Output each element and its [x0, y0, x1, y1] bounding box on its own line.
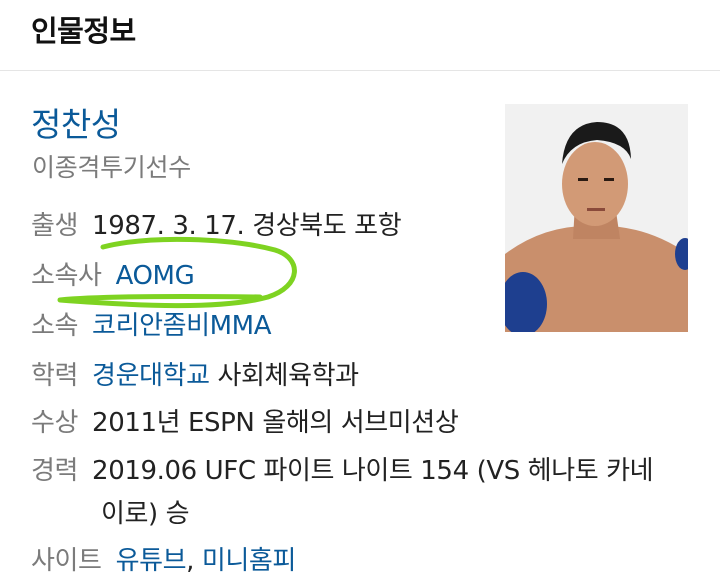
award-value: 2011년 ESPN 올해의 서브미션상 [92, 408, 459, 438]
info-row-birth: 출생 1987. 3. 17. 경상북도 포항 [31, 205, 402, 245]
career-label: 경력 [31, 456, 79, 486]
info-row-career: 경력 2019.06 UFC 파이트 나이트 154 (VS 헤나토 카네 [31, 450, 654, 490]
team-label: 소속 [31, 311, 79, 341]
education-major: 사회체육학과 [209, 361, 360, 391]
site-label: 사이트 [31, 546, 102, 576]
team-link[interactable]: 코리안좀비MMA [92, 311, 271, 341]
info-row-award: 수상 2011년 ESPN 올해의 서브미션상 [31, 402, 459, 442]
award-label: 수상 [31, 408, 79, 438]
section-header: 인물정보 [0, 0, 720, 71]
site-link-minihompy[interactable]: 미니홈피 [202, 546, 296, 576]
career-line-2: 이로) 승 [101, 499, 190, 529]
site-link-youtube[interactable]: 유튜브 [116, 546, 187, 576]
info-row-team: 소속 코리안좀비MMA [31, 305, 272, 345]
info-row-site: 사이트 유튜브, 미니홈피 [31, 540, 296, 580]
info-row-education: 학력 경운대학교 사회체육학과 [31, 355, 359, 395]
person-role: 이종격투기선수 [32, 153, 191, 182]
agency-link[interactable]: AOMG [116, 261, 195, 291]
profile-photo[interactable] [505, 104, 688, 332]
agency-label: 소속사 [31, 261, 102, 291]
site-separator: , [186, 546, 202, 576]
education-school-link[interactable]: 경운대학교 [92, 361, 210, 391]
person-name-link[interactable]: 정찬성 [31, 98, 121, 146]
person-info-card: 인물정보 정찬성 이종격투기선수 출생 1987. 3. 17. 경상북도 포항 [0, 0, 720, 588]
birth-label: 출생 [31, 211, 79, 241]
career-line-1: 2019.06 UFC 파이트 나이트 154 (VS 헤나토 카네 [92, 456, 654, 486]
education-label: 학력 [31, 361, 79, 391]
section-title: 인물정보 [31, 14, 136, 48]
birth-value: 1987. 3. 17. 경상북도 포항 [92, 211, 402, 241]
info-row-agency: 소속사 AOMG [31, 255, 195, 295]
